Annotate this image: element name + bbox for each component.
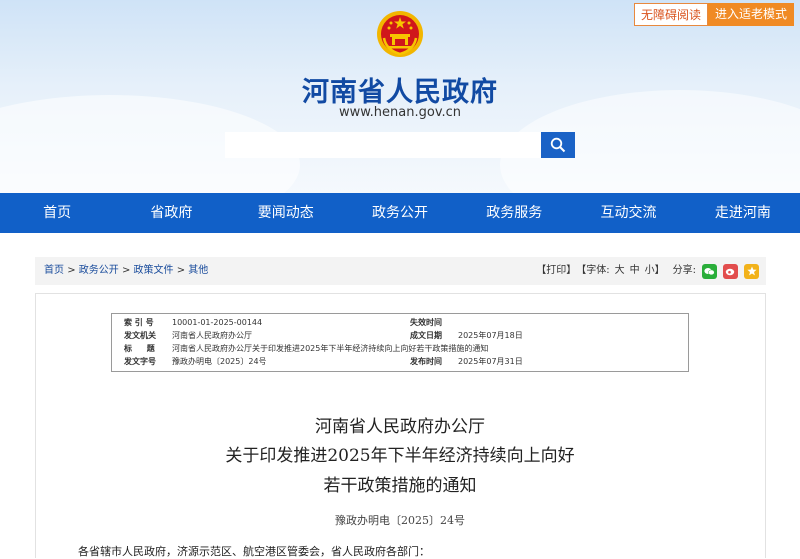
meta-title-value: 河南省人民政府办公厅关于印发推进2025年下半年经济持续向上向好若干政策措施的通…	[172, 344, 489, 353]
font-medium-link[interactable]: 中	[630, 257, 640, 285]
breadcrumb-separator: >	[67, 265, 76, 276]
document-title-line-2: 关于印发推进2025年下半年经济持续向上向好	[225, 446, 575, 466]
font-size-close: 】	[654, 265, 665, 276]
meta-docno-value: 豫政办明电〔2025〕24号	[172, 357, 267, 366]
meta-row: 发文字号 豫政办明电〔2025〕24号 发布时间 2025年07月31日	[112, 355, 688, 369]
page-tools: 【打印】 【字体: 大 中 小 】 分享:	[536, 257, 759, 285]
meta-row: 标 题 河南省人民政府办公厅关于印发推进2025年下半年经济持续向上向好若干政策…	[112, 342, 688, 356]
meta-issuer-label: 发文机关	[124, 331, 156, 340]
breadcrumb: 首页 > 政务公开 > 政策文件 > 其他	[44, 257, 208, 285]
meta-publish-label: 发布时间	[410, 357, 442, 366]
breadcrumb-home[interactable]: 首页	[44, 265, 64, 276]
search-icon	[550, 137, 566, 153]
nav-public-affairs[interactable]: 政务公开	[343, 193, 457, 233]
site-title[interactable]: 河南省人民政府	[250, 70, 550, 109]
nav-about-henan[interactable]: 走进河南	[686, 193, 800, 233]
document-title-line-1: 河南省人民政府办公厅	[315, 417, 485, 437]
font-large-link[interactable]: 大	[615, 257, 625, 285]
accessibility-button[interactable]: 无障碍阅读	[634, 3, 708, 26]
site-header: 无障碍阅读 进入适老模式 河南省人民政府 www.henan.gov.cn	[0, 0, 800, 193]
document-salutation: 各省辖市人民政府，济源示范区、航空港区管委会，省人民政府各部门：	[78, 545, 430, 558]
search-button[interactable]	[541, 132, 575, 158]
breadcrumb-policy-docs[interactable]: 政策文件	[134, 265, 174, 276]
document-title-line-3: 若干政策措施的通知	[323, 476, 477, 496]
meta-docno-label: 发文字号	[124, 357, 156, 366]
meta-row: 发文机关 河南省人民政府办公厅 成文日期 2025年07月18日	[112, 329, 688, 343]
nav-government[interactable]: 省政府	[114, 193, 228, 233]
breadcrumb-other[interactable]: 其他	[188, 265, 208, 276]
share-label: 分享:	[672, 265, 696, 276]
qzone-share-icon[interactable]	[744, 263, 759, 279]
meta-index-label: 索 引 号	[124, 318, 154, 327]
meta-expire-label: 失效时间	[410, 318, 442, 327]
meta-written-value: 2025年07月18日	[458, 331, 523, 340]
print-link[interactable]: 【打印】	[536, 257, 576, 285]
meta-issuer-value: 河南省人民政府办公厅	[172, 331, 252, 340]
nav-services[interactable]: 政务服务	[457, 193, 571, 233]
meta-publish-value: 2025年07月31日	[458, 357, 523, 366]
main-nav: 首页 省政府 要闻动态 政务公开 政务服务 互动交流 走进河南	[0, 193, 800, 233]
nav-interaction[interactable]: 互动交流	[571, 193, 685, 233]
breadcrumb-public-affairs[interactable]: 政务公开	[79, 265, 119, 276]
nav-news[interactable]: 要闻动态	[229, 193, 343, 233]
meta-index-value: 10001-01-2025-00144	[172, 318, 263, 327]
search-input[interactable]	[225, 132, 541, 158]
meta-row: 索 引 号 10001-01-2025-00144 失效时间	[112, 316, 688, 330]
wechat-share-icon[interactable]	[702, 263, 717, 279]
font-small-link[interactable]: 小	[645, 257, 655, 285]
search-bar	[225, 132, 575, 158]
breadcrumb-bar: 首页 > 政务公开 > 政策文件 > 其他 【打印】 【字体: 大 中 小 】 …	[35, 257, 766, 285]
meta-written-label: 成文日期	[410, 331, 442, 340]
breadcrumb-separator: >	[176, 265, 186, 276]
meta-title-label: 标 题	[124, 344, 161, 353]
weibo-share-icon[interactable]	[723, 263, 738, 279]
document-number: 豫政办明电〔2025〕24号	[335, 514, 465, 527]
breadcrumb-separator: >	[121, 265, 131, 276]
font-size-label: 【字体:	[576, 265, 610, 276]
top-buttons: 无障碍阅读 进入适老模式	[634, 3, 794, 26]
site-url: www.henan.gov.cn	[338, 105, 462, 120]
document-meta-table: 索 引 号 10001-01-2025-00144 失效时间 发文机关 河南省人…	[111, 313, 689, 372]
nav-home[interactable]: 首页	[0, 193, 114, 233]
national-emblem-icon	[377, 11, 423, 57]
elderly-mode-button[interactable]: 进入适老模式	[708, 3, 794, 26]
